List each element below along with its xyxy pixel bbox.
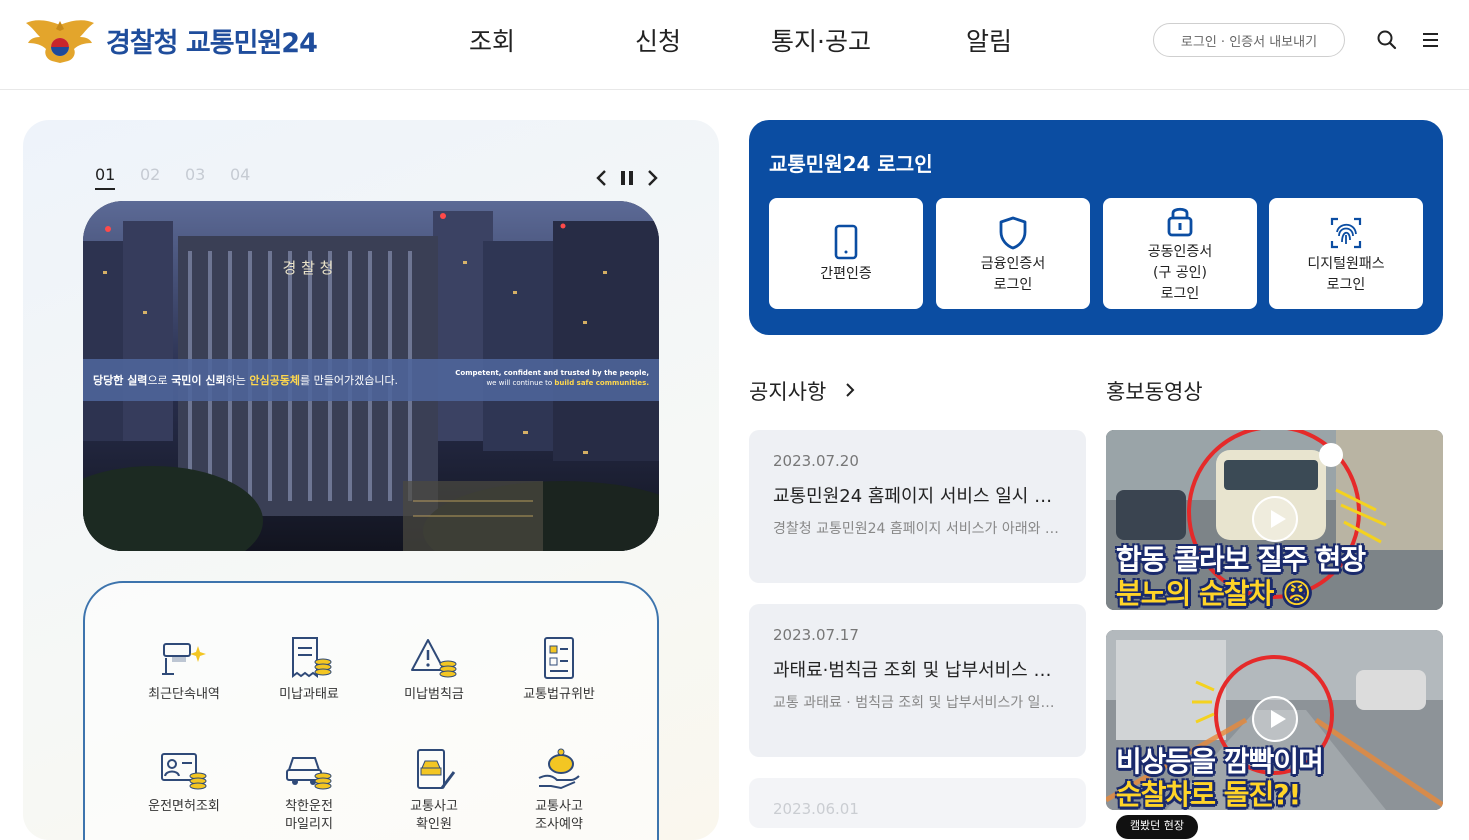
warning-coins-icon xyxy=(411,639,457,678)
login-card-label: 간편인증 xyxy=(820,266,872,282)
notice-date: 2023.06.01 xyxy=(773,800,859,818)
quick-label: 미납범칙금 xyxy=(404,687,464,702)
hero-slide-image[interactable]: 경 찰 청 당당한 실력으로 국민이 신뢰하는 안심공동체를 만들어가겠습니다.… xyxy=(83,201,659,551)
video-badge: 캠봤던 현장 xyxy=(1116,815,1198,839)
login-panel: 교통민원24 로그인 간편인증 금융인증서 로그인 공동인증서 (구 공인) 로그인 xyxy=(749,120,1443,335)
notice-section-title: 공지사항 xyxy=(749,380,827,404)
nav-notification[interactable]: 통지·공고 xyxy=(771,22,871,58)
notice-item[interactable]: 2023.06.01 xyxy=(749,778,1086,828)
notice-title: 교통민원24 홈페이지 서비스 일시 중단 안내 xyxy=(773,486,1063,507)
hamburger-menu-icon[interactable] xyxy=(1421,30,1441,50)
quick-label: 착한운전 마일리지 xyxy=(285,799,333,832)
receipt-coins-icon xyxy=(292,637,332,678)
site-header: 경찰청 교통민원24 조회 신청 통지·공고 알림 로그인 · 인증서 내보내기 xyxy=(0,0,1469,90)
nav-application[interactable]: 신청 xyxy=(635,22,681,58)
quick-good-driving-mileage[interactable]: 착한운전 마일리지 xyxy=(249,748,369,834)
login-card-label: 금융인증서 로그인 xyxy=(980,256,1046,293)
login-simple-auth[interactable]: 간편인증 xyxy=(769,198,923,309)
lock-icon xyxy=(1167,207,1193,237)
notice-desc: 경찰청 교통민원24 홈페이지 서비스가 아래와 같이 일시 중단됩니다. xyxy=(773,521,1063,537)
search-icon[interactable] xyxy=(1376,29,1398,51)
fingerprint-icon xyxy=(1330,217,1362,249)
video-caption-line2: 분노의 순찰차 😡 xyxy=(1116,577,1311,610)
slide-pause-icon[interactable] xyxy=(619,168,635,188)
quick-accident-certificate[interactable]: 교통사고 확인원 xyxy=(374,748,494,834)
nav-inquiry[interactable]: 조회 xyxy=(469,22,515,58)
phone-icon xyxy=(834,224,858,260)
notice-item[interactable]: 2023.07.20 교통민원24 홈페이지 서비스 일시 중단 안내 경찰청 … xyxy=(749,430,1086,583)
quick-label: 미납과태료 xyxy=(279,687,339,702)
promo-video-1[interactable]: 합동 콜라보 질주 현장 분노의 순찰차 😡 xyxy=(1106,430,1443,610)
video-section-title: 홍보동영상 xyxy=(1106,380,1203,404)
login-financial-cert[interactable]: 금융인증서 로그인 xyxy=(936,198,1090,309)
site-logo[interactable]: 경찰청 교통민원24 xyxy=(24,16,318,64)
notice-date: 2023.07.17 xyxy=(773,626,859,644)
quick-label: 교통사고 조사예약 xyxy=(535,799,583,832)
car-coins-icon xyxy=(286,757,332,790)
logo-text: 경찰청 교통민원24 xyxy=(106,27,318,59)
quick-label: 최근단속내역 xyxy=(148,687,220,702)
quick-unpaid-penalties[interactable]: 미납범칙금 xyxy=(374,636,494,704)
slide-pagination: 01 02 03 04 xyxy=(95,165,275,190)
building-sign-text: 경 찰 청 xyxy=(283,259,334,277)
notice-title: 과태료·범칙금 조회 및 납부서비스 일시 중단 안내 xyxy=(773,660,1063,681)
notice-date: 2023.07.20 xyxy=(773,452,859,470)
shield-icon xyxy=(999,216,1027,250)
login-card-label: 디지털원패스 로그인 xyxy=(1307,256,1385,293)
quick-menu: 최근단속내역 미납과태료 미납범칙금 교통법규위반 운전면허조회 착한운전 마일… xyxy=(83,581,659,840)
login-joint-cert[interactable]: 공동인증서 (구 공인) 로그인 xyxy=(1103,198,1257,309)
login-card-label: 공동인증서 (구 공인) 로그인 xyxy=(1147,244,1213,302)
slide-prev-icon[interactable] xyxy=(595,168,609,188)
slogan-korean: 당당한 실력으로 국민이 신뢰하는 안심공동체를 만들어가겠습니다. xyxy=(93,374,399,387)
quick-license-inquiry[interactable]: 운전면허조회 xyxy=(124,748,244,816)
id-card-coins-icon xyxy=(161,753,207,790)
checklist-icon xyxy=(544,637,574,679)
notice-desc: 교통 과태료 · 범칙금 조회 및 납부서비스가 일시 중단됩니다. xyxy=(773,695,1063,711)
nav-alerts[interactable]: 알림 xyxy=(966,22,1012,58)
promo-video-2[interactable]: 비상등을 깜빡이며 순찰차로 돌진?! xyxy=(1106,630,1443,810)
slide-tab-3[interactable]: 03 xyxy=(185,165,230,184)
video-caption-line2: 순찰차로 돌진?! xyxy=(1116,778,1301,810)
police-emblem-icon xyxy=(26,20,94,63)
slogan-banner: 당당한 실력으로 국민이 신뢰하는 안심공동체를 만들어가겠습니다. Compe… xyxy=(83,359,659,401)
login-digital-onepass[interactable]: 디지털원패스 로그인 xyxy=(1269,198,1423,309)
play-icon[interactable] xyxy=(1252,496,1298,542)
slide-tab-4[interactable]: 04 xyxy=(230,165,275,184)
chevron-right-icon[interactable] xyxy=(842,380,858,400)
quick-label: 운전면허조회 xyxy=(148,799,220,814)
quick-label: 교통법규위반 xyxy=(523,687,595,702)
quick-accident-appointment[interactable]: 교통사고 조사예약 xyxy=(499,748,619,834)
speed-camera-icon xyxy=(162,643,206,675)
slogan-english: Competent, confident and trusted by the … xyxy=(455,369,649,387)
play-icon[interactable] xyxy=(1252,696,1298,742)
login-export-button[interactable]: 로그인 · 인증서 내보내기 xyxy=(1153,23,1345,57)
piggy-bank-hand-icon xyxy=(538,748,580,790)
slide-tab-1[interactable]: 01 xyxy=(95,165,140,190)
login-title: 교통민원24 로그인 xyxy=(769,152,933,176)
quick-label: 교통사고 확인원 xyxy=(410,799,458,832)
slide-tab-2[interactable]: 02 xyxy=(140,165,185,184)
quick-recent-enforcement[interactable]: 최근단속내역 xyxy=(124,636,244,704)
quick-unpaid-fines[interactable]: 미납과태료 xyxy=(249,636,369,704)
slide-next-icon[interactable] xyxy=(645,168,659,188)
notice-item[interactable]: 2023.07.17 과태료·범칙금 조회 및 납부서비스 일시 중단 안내 교… xyxy=(749,604,1086,757)
document-car-pen-icon xyxy=(417,749,456,789)
quick-traffic-violation[interactable]: 교통법규위반 xyxy=(499,636,619,704)
main-visual-panel: 01 02 03 04 경 찰 청 당당한 실력으로 국민이 신뢰하는 안심공동… xyxy=(23,120,719,840)
